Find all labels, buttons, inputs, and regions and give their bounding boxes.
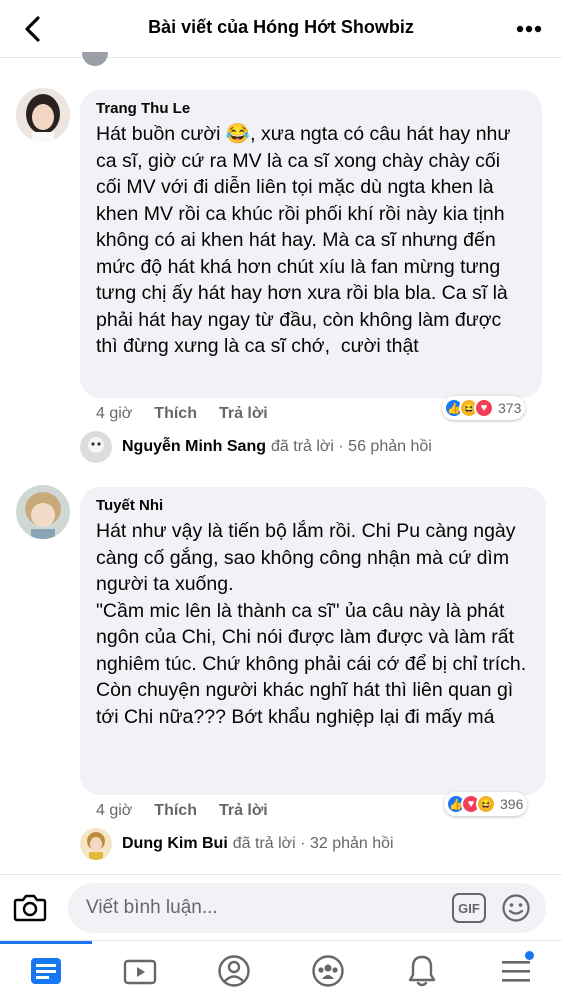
reactions-summary[interactable]: 👍 ♥ 😆 396 [444,792,528,816]
reply-summary: đã trả lời · 32 phản hồi [232,835,394,852]
more-options-button[interactable] [514,14,544,44]
haha-reaction-icon: 😆 [476,794,496,814]
tab-news-feed[interactable] [26,953,66,989]
comment-bubble: Tuyết Nhi Hát như vậy là tiến bộ lắm rồi… [80,487,546,795]
smiley-icon [502,894,530,922]
view-replies[interactable]: Dung Kim Bui đã trả lời · 32 phản hồi [80,828,394,860]
avatar [82,52,108,66]
avatar [80,828,112,860]
page-title: Bài viết của Hóng Hớt Showbiz [148,17,414,37]
comment-author[interactable]: Tuyết Nhi [96,497,532,514]
profile-icon [218,955,250,987]
notifications-icon [408,955,436,987]
avatar[interactable] [16,485,70,539]
like-button[interactable]: Thích [154,405,197,423]
comment-actions: 4 giờ Thích Trả lời [96,802,290,820]
tab-groups[interactable] [308,953,348,989]
comment-text: Hát như vậy là tiến bộ lắm rồi. Chi Pu c… [96,520,527,728]
emoji-button[interactable] [500,892,532,924]
reply-author: Dung Kim Bui [122,835,228,852]
watch-icon [123,959,157,985]
tab-watch[interactable] [120,953,160,989]
menu-icon [502,961,530,982]
comment-author[interactable]: Trang Thu Le [96,100,528,117]
top-bar: Bài viết của Hóng Hớt Showbiz [0,0,562,58]
comment-composer: GIF [0,874,562,940]
reply-author: Nguyễn Minh Sang [122,438,266,455]
groups-icon [312,955,344,987]
tab-menu[interactable] [496,951,536,989]
comment-actions: 4 giờ Thích Trả lời [96,405,290,423]
camera-button[interactable] [12,889,48,925]
comment-bubble: Trang Thu Le Hát buồn cười 😂, xưa ngta c… [80,90,542,398]
gif-button[interactable]: GIF [452,893,486,923]
camera-icon [13,894,47,922]
tab-profile[interactable] [214,953,254,989]
reaction-count: 373 [498,400,522,416]
reaction-count: 396 [500,796,524,812]
more-horizontal-icon [516,25,542,33]
comment-text: Hát buồn cười 😂, xưa ngta có câu hát hay… [96,123,516,357]
notification-dot [525,951,534,960]
avatar[interactable] [16,88,70,142]
reactions-summary[interactable]: 👍 😆 ♥ 373 [442,396,526,420]
reply-button[interactable]: Trả lời [219,405,268,423]
news-feed-icon [31,958,61,984]
tab-notifications[interactable] [402,953,442,989]
love-reaction-icon: ♥ [474,398,494,418]
avatar [80,431,112,463]
comment-time: 4 giờ [96,802,133,819]
reply-button[interactable]: Trả lời [219,802,268,820]
active-tab-indicator [0,941,92,944]
reply-summary: đã trả lời · 56 phản hồi [271,438,432,455]
like-button[interactable]: Thích [154,802,197,820]
bottom-navigation [0,940,562,1000]
view-replies[interactable]: Nguyễn Minh Sang đã trả lời · 56 phản hồ… [80,431,432,463]
comment-time: 4 giờ [96,405,133,422]
